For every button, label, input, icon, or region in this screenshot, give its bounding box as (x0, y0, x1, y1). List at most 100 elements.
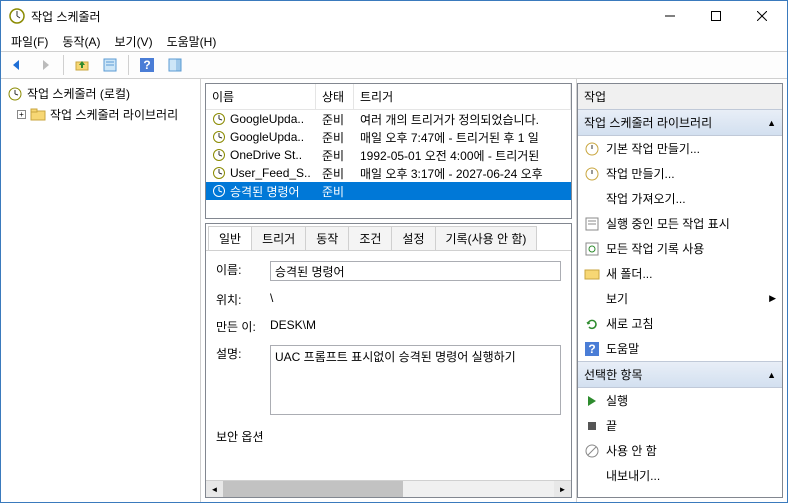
task-list-body: GoogleUpda..준비여러 개의 트리거가 정의되었습니다.GoogleU… (206, 110, 571, 218)
action-help[interactable]: ?도움말 (578, 336, 782, 361)
disable-icon (584, 443, 600, 459)
svg-text:?: ? (588, 342, 595, 356)
nav-forward-button[interactable] (33, 53, 57, 77)
properties-button[interactable] (98, 53, 122, 77)
location-value: \ (270, 291, 561, 305)
folder-icon (30, 108, 46, 122)
task-trigger: 1992-05-01 오전 4:00에 - 트리거된 (354, 146, 571, 165)
task-trigger (354, 190, 571, 192)
task-state: 준비 (316, 146, 354, 165)
action-create-basic[interactable]: 기본 작업 만들기... (578, 136, 782, 161)
clock-icon (584, 141, 600, 157)
close-button[interactable] (739, 1, 785, 31)
middle-pane: 이름 상태 트리거 GoogleUpda..준비여러 개의 트리거가 정의되었습… (201, 79, 577, 502)
task-row[interactable]: OneDrive St.. 준비1992-05-01 오전 4:00에 - 트리거… (206, 146, 571, 164)
clock-icon (212, 184, 226, 198)
col-state[interactable]: 상태 (316, 84, 354, 109)
tree-library-node[interactable]: + 작업 스케줄러 라이브러리 (5, 104, 196, 125)
content-area: 작업 스케줄러 (로컬) + 작업 스케줄러 라이브러리 이름 상태 트리거 G… (1, 79, 787, 502)
menubar: 파일(F) 동작(A) 보기(V) 도움말(H) (1, 31, 787, 51)
task-row[interactable]: 승격된 명령어준비 (206, 182, 571, 200)
action-export[interactable]: 내보내기... (578, 463, 782, 488)
action-show-running[interactable]: 실행 중인 모든 작업 표시 (578, 211, 782, 236)
desc-field[interactable]: UAC 프롬프트 표시없이 승격된 명령어 실행하기 (270, 345, 561, 415)
selected-actions: 실행 끝 사용 안 함 내보내기... (578, 388, 782, 488)
task-list-header: 이름 상태 트리거 (206, 84, 571, 110)
horizontal-scrollbar[interactable]: ◄ ► (206, 480, 571, 497)
task-state: 준비 (316, 128, 354, 147)
tree-root-node[interactable]: 작업 스케줄러 (로컬) (5, 83, 196, 104)
up-folder-button[interactable] (70, 53, 94, 77)
action-import[interactable]: 작업 가져오기... (578, 186, 782, 211)
task-row[interactable]: GoogleUpda..준비여러 개의 트리거가 정의되었습니다. (206, 110, 571, 128)
clock-icon (212, 148, 226, 162)
action-disable[interactable]: 사용 안 함 (578, 438, 782, 463)
tree-root-label: 작업 스케줄러 (로컬) (27, 85, 130, 102)
list-icon (584, 216, 600, 232)
action-refresh[interactable]: 새로 고침 (578, 311, 782, 336)
expand-icon[interactable]: + (17, 110, 26, 119)
action-end[interactable]: 끝 (578, 413, 782, 438)
task-row[interactable]: GoogleUpda..준비매일 오후 7:47에 - 트리거된 후 1 일 (206, 128, 571, 146)
help-button[interactable]: ? (135, 53, 159, 77)
tab-content-general: 이름: 위치: \ 만든 이: DESK\M 설명: UAC 프롬프트 표시없이… (206, 250, 571, 480)
tab-conditions[interactable]: 조건 (348, 226, 392, 250)
folder-icon (584, 266, 600, 282)
view-pane-button[interactable] (163, 53, 187, 77)
task-row[interactable]: User_Feed_S..준비매일 오후 3:17에 - 2027-06-24 … (206, 164, 571, 182)
col-name[interactable]: 이름 (206, 84, 316, 109)
scroll-thumb[interactable] (223, 481, 403, 497)
task-state: 준비 (316, 182, 354, 201)
minimize-button[interactable] (647, 1, 693, 31)
nav-back-button[interactable] (5, 53, 29, 77)
actions-section-library[interactable]: 작업 스케줄러 라이브러리 ▲ (578, 109, 782, 136)
task-name: OneDrive St.. (230, 148, 302, 162)
section-selected-label: 선택한 항목 (584, 366, 643, 383)
scroll-right-button[interactable]: ► (554, 481, 571, 498)
action-view[interactable]: 보기▶ (578, 286, 782, 311)
tree-pane: 작업 스케줄러 (로컬) + 작업 스케줄러 라이브러리 (1, 79, 201, 502)
actions-pane: 작업 작업 스케줄러 라이브러리 ▲ 기본 작업 만들기... 작업 만들기..… (577, 83, 783, 498)
history-icon (584, 241, 600, 257)
task-name: User_Feed_S.. (230, 166, 311, 180)
collapse-icon: ▲ (767, 370, 776, 380)
stop-icon (584, 418, 600, 434)
actions-section-selected[interactable]: 선택한 항목 ▲ (578, 361, 782, 388)
action-new-folder[interactable]: 새 폴더... (578, 261, 782, 286)
section-library-label: 작업 스케줄러 라이브러리 (584, 114, 712, 131)
task-list: 이름 상태 트리거 GoogleUpda..준비여러 개의 트리거가 정의되었습… (205, 83, 572, 219)
menu-help[interactable]: 도움말(H) (161, 31, 223, 52)
name-field[interactable] (270, 261, 561, 281)
scroll-left-button[interactable]: ◄ (206, 481, 223, 498)
menu-action[interactable]: 동작(A) (56, 31, 106, 52)
clock-icon (584, 166, 600, 182)
tab-history[interactable]: 기록(사용 안 함) (435, 226, 538, 250)
task-trigger: 여러 개의 트리거가 정의되었습니다. (354, 110, 571, 129)
action-create[interactable]: 작업 만들기... (578, 161, 782, 186)
menu-file[interactable]: 파일(F) (5, 31, 54, 52)
tab-general[interactable]: 일반 (208, 226, 252, 250)
tab-actions[interactable]: 동작 (305, 226, 349, 250)
maximize-button[interactable] (693, 1, 739, 31)
action-run[interactable]: 실행 (578, 388, 782, 413)
desc-label: 설명: (216, 345, 270, 362)
author-label: 만든 이: (216, 318, 270, 335)
menu-view[interactable]: 보기(V) (108, 31, 158, 52)
help-icon: ? (584, 341, 600, 357)
task-state: 준비 (316, 110, 354, 129)
toolbar: ? (1, 51, 787, 79)
task-name: GoogleUpda.. (230, 130, 304, 144)
name-label: 이름: (216, 261, 270, 278)
action-enable-history[interactable]: 모든 작업 기록 사용 (578, 236, 782, 261)
tab-settings[interactable]: 설정 (391, 226, 435, 250)
titlebar: 작업 스케줄러 (1, 1, 787, 31)
task-state: 준비 (316, 164, 354, 183)
col-trigger[interactable]: 트리거 (354, 84, 571, 109)
security-label: 보안 옵션 (216, 428, 264, 445)
tab-triggers[interactable]: 트리거 (251, 226, 306, 250)
clock-icon (212, 166, 226, 180)
location-label: 위치: (216, 291, 270, 308)
collapse-icon: ▲ (767, 118, 776, 128)
app-icon (9, 8, 25, 24)
clock-icon (212, 130, 226, 144)
